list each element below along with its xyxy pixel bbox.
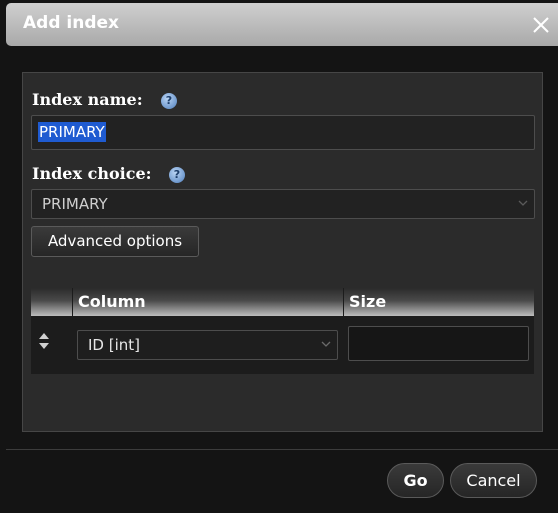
index-columns-table: Column Size ID [int] (31, 288, 534, 374)
index-form-panel: Index name: ? PRIMARY Index choice: ? PR… (22, 72, 543, 432)
table-header-column: Column (73, 288, 344, 316)
help-icon[interactable]: ? (161, 93, 177, 109)
go-button[interactable]: Go (387, 463, 444, 498)
advanced-options-button[interactable]: Advanced options (31, 226, 199, 257)
size-input[interactable] (348, 326, 529, 361)
table-header-blank (31, 288, 73, 316)
add-index-dialog: Add index Index name: ? PRIMARY Index ch… (0, 0, 558, 513)
chevron-down-icon (518, 200, 528, 206)
index-name-label: Index name: (32, 90, 143, 109)
chevron-down-icon (321, 341, 331, 347)
dialog-titlebar[interactable]: Add index (6, 3, 558, 46)
index-choice-label: Index choice: (32, 164, 152, 183)
dialog-title: Add index (23, 13, 120, 33)
close-icon[interactable] (530, 14, 552, 36)
sort-arrows-icon[interactable] (38, 332, 50, 350)
footer-divider (6, 449, 558, 450)
column-select[interactable]: ID [int] (77, 330, 338, 360)
index-choice-value: PRIMARY (42, 195, 108, 213)
index-choice-select[interactable]: PRIMARY (31, 189, 535, 219)
column-select-value: ID [int] (88, 336, 141, 354)
index-name-value: PRIMARY (38, 122, 106, 142)
table-row: ID [int] (31, 316, 534, 374)
help-icon[interactable]: ? (169, 167, 185, 183)
cancel-button[interactable]: Cancel (450, 463, 537, 498)
table-header-size: Size (344, 288, 534, 316)
index-name-input[interactable]: PRIMARY (31, 115, 535, 150)
